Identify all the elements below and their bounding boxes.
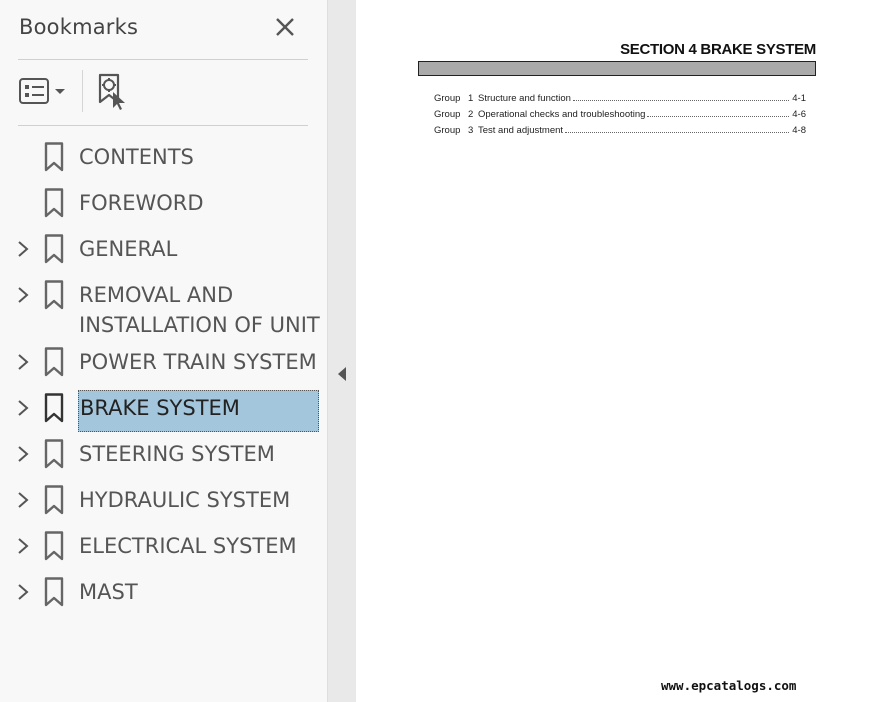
- bookmark-label: POWER TRAIN SYSTEM: [79, 350, 317, 374]
- bookmark-label: MAST: [79, 580, 138, 604]
- chevron-right-icon[interactable]: [15, 240, 31, 258]
- bookmark-label: ELECTRICAL SYSTEM: [79, 534, 297, 558]
- add-bookmark-icon[interactable]: [94, 72, 132, 112]
- chevron-right-icon[interactable]: [15, 491, 31, 509]
- bookmark-icon: [44, 393, 64, 423]
- chevron-right-icon[interactable]: [15, 445, 31, 463]
- toc-title: Operational checks and troubleshooting: [478, 109, 646, 120]
- chevron-right-icon[interactable]: [15, 583, 31, 601]
- chevron-right-icon[interactable]: [15, 286, 31, 304]
- bookmark-icon: [44, 234, 64, 264]
- bookmark-options-icon[interactable]: [18, 76, 70, 108]
- toc-leader-dots: [647, 116, 790, 117]
- chevron-right-icon[interactable]: [15, 399, 31, 417]
- close-icon[interactable]: [272, 14, 298, 40]
- bookmark-icon: [44, 439, 64, 469]
- chevron-right-icon[interactable]: [15, 537, 31, 555]
- section-title: SECTION 4 BRAKE SYSTEM: [620, 41, 816, 58]
- watermark-text: www.epcatalogs.com: [661, 678, 797, 693]
- toolbar-separator: [82, 70, 83, 112]
- toc-page: 4-1: [792, 93, 806, 104]
- collapse-panel-icon[interactable]: [336, 365, 348, 383]
- bookmark-label: CONTENTS: [79, 145, 194, 169]
- toc-page: 4-8: [792, 125, 806, 136]
- bookmark-label: STEERING SYSTEM: [79, 442, 275, 466]
- bookmark-label: REMOVAL AND: [79, 283, 234, 307]
- bookmark-icon: [44, 347, 64, 377]
- bookmark-icon: [44, 531, 64, 561]
- bookmark-label-line2: INSTALLATION OF UNIT: [79, 313, 320, 337]
- toc-group: Group: [434, 125, 461, 136]
- panel-divider-bottom: [18, 125, 308, 126]
- document-page: [356, 0, 874, 702]
- toc-leader-dots: [565, 132, 790, 133]
- bookmark-icon: [44, 485, 64, 515]
- bookmarks-panel: Bookmarks CONTENTS FOREWORD GENERAL REMO…: [0, 0, 328, 702]
- panel-title: Bookmarks: [19, 15, 139, 39]
- panel-splitter[interactable]: [328, 0, 356, 702]
- toc-group: Group: [434, 93, 461, 104]
- bookmark-icon: [44, 577, 64, 607]
- bookmark-label: HYDRAULIC SYSTEM: [79, 488, 291, 512]
- toc-title: Structure and function: [478, 93, 571, 104]
- toc-number: 3: [468, 125, 474, 136]
- bookmark-label: FOREWORD: [79, 191, 204, 215]
- toc-entry[interactable]: Group 1 Structure and function 4-1: [434, 91, 806, 104]
- toc-group: Group: [434, 109, 461, 120]
- toc-title: Test and adjustment: [478, 125, 564, 136]
- toc-number: 1: [468, 93, 474, 104]
- panel-divider-top: [18, 59, 308, 60]
- toc-page: 4-6: [792, 109, 806, 120]
- toc-leader-dots: [572, 100, 790, 101]
- toc-entry[interactable]: Group 3 Test and adjustment 4-8: [434, 123, 806, 136]
- bookmark-icon: [44, 142, 64, 172]
- bookmark-label: GENERAL: [79, 237, 178, 261]
- section-header-bar: [418, 61, 816, 76]
- bookmark-icon: [44, 280, 64, 310]
- toc-entry[interactable]: Group 2 Operational checks and troublesh…: [434, 107, 806, 120]
- bookmark-label-selected: BRAKE SYSTEM: [78, 390, 319, 432]
- toc-number: 2: [468, 109, 474, 120]
- chevron-right-icon[interactable]: [15, 353, 31, 371]
- bookmark-icon: [44, 188, 64, 218]
